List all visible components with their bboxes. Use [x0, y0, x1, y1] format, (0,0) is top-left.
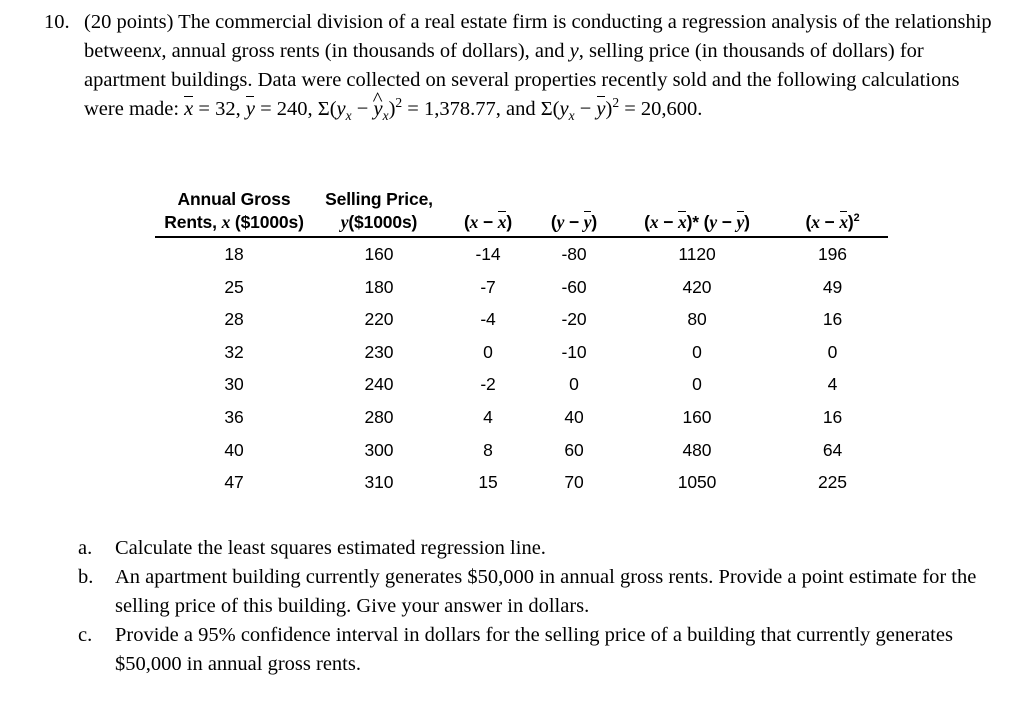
- column-header-y-deviation: (y − y): [531, 211, 617, 238]
- stat-xbar: x = 32,: [184, 95, 241, 120]
- problem-number: 10.: [44, 11, 70, 33]
- cell-y-deviation: -10: [561, 341, 587, 362]
- cell-y-deviation: -60: [561, 276, 587, 297]
- subquestion-item-a: a. Calculate the least squares estimated…: [78, 534, 978, 563]
- subquestion-item-b: b. An apartment building currently gener…: [78, 563, 978, 621]
- column-header-selling-price-line1: Selling Price,: [325, 189, 433, 209]
- points-label: (20 points): [84, 11, 174, 33]
- cell-y-deviation: 60: [564, 439, 584, 460]
- cell-annual-gross-rents: 25: [224, 276, 244, 297]
- cell-cross-product: 420: [682, 276, 712, 297]
- column-header-x-deviation-squared: (x − x)2: [777, 211, 888, 238]
- subquestion-list: a. Calculate the least squares estimated…: [78, 534, 978, 679]
- cell-cross-product: 0: [692, 374, 702, 395]
- cell-x-deviation-squared: 0: [827, 341, 838, 362]
- table-row: 25 180 -7 -60 420 49: [155, 271, 888, 304]
- cell-selling-price: 310: [364, 472, 394, 493]
- regression-data-table: Annual Gross Selling Price, Rents, x ($1…: [155, 188, 888, 499]
- problem-statement: 10. (20 points) The commercial division …: [44, 8, 994, 124]
- table-row: 32 230 0 -10 0 0: [155, 336, 888, 369]
- cell-annual-gross-rents: 32: [224, 341, 244, 362]
- subquestion-text: Provide a 95% confidence interval in dol…: [115, 624, 953, 675]
- cell-y-deviation: 40: [564, 406, 584, 427]
- column-header-spacer-3: [445, 188, 531, 211]
- column-header-annual-gross-rents-line2: Rents, x ($1000s): [155, 211, 313, 238]
- subquestion-letter: a.: [78, 537, 93, 559]
- cell-x-deviation-squared: 49: [822, 276, 843, 297]
- column-header-spacer-4: [531, 188, 617, 211]
- column-header-spacer-6: [777, 188, 888, 211]
- table-header-bottom-row: Rents, x ($1000s) y($1000s) (x − x) (y −…: [155, 211, 888, 238]
- cell-selling-price: 230: [364, 341, 394, 362]
- column-header-selling-price-line2: y($1000s): [313, 211, 445, 238]
- cell-annual-gross-rents: 18: [224, 244, 244, 264]
- cell-x-deviation: 0: [483, 341, 493, 362]
- cell-annual-gross-rents: 40: [224, 439, 244, 460]
- variable-y-inline: y: [569, 40, 579, 62]
- cell-annual-gross-rents: 47: [224, 472, 244, 493]
- column-header-cross-product: (x − x)* (y − y): [617, 211, 777, 238]
- subquestion-item-c: c. Provide a 95% confidence interval in …: [78, 621, 978, 679]
- table-row: 40 300 8 60 480 64: [155, 434, 888, 467]
- cell-cross-product: 1120: [678, 244, 716, 264]
- cell-x-deviation-squared: 16: [822, 406, 843, 427]
- cell-x-deviation-squared: 225: [818, 472, 847, 493]
- table-header-top-row: Annual Gross Selling Price,: [155, 188, 888, 211]
- stat-ybar: y = 240,: [246, 95, 313, 120]
- table-row: 36 280 4 40 160 16: [155, 401, 888, 434]
- problem-body: (20 points) The commercial division of a…: [84, 8, 994, 124]
- problem-paragraph: (20 points) The commercial division of a…: [84, 8, 994, 124]
- cell-cross-product: 1050: [677, 472, 717, 493]
- cell-annual-gross-rents: 36: [224, 406, 244, 427]
- cell-x-deviation: -7: [480, 276, 496, 297]
- cell-annual-gross-rents: 30: [224, 374, 244, 395]
- subquestion-text: Calculate the least squares estimated re…: [115, 537, 546, 559]
- and-label: and: [505, 98, 536, 120]
- cell-x-deviation-squared: 64: [822, 439, 843, 460]
- cell-selling-price: 240: [364, 374, 394, 395]
- table-row: 47 310 15 70 1050 225: [155, 466, 888, 499]
- cell-x-deviation: -2: [480, 374, 496, 395]
- cell-x-deviation: 15: [478, 472, 498, 493]
- cell-x-deviation-squared: 4: [827, 374, 838, 395]
- cell-selling-price: 180: [364, 276, 394, 297]
- table-row: 30 240 -2 0 0 4: [155, 368, 888, 401]
- cell-y-deviation: -80: [561, 244, 587, 264]
- cell-x-deviation-squared: 16: [822, 309, 843, 330]
- cell-x-deviation-squared: 196: [818, 244, 847, 264]
- table-row: 18 160 -14 -80 1120 196: [155, 237, 888, 271]
- cell-selling-price: 280: [364, 406, 394, 427]
- cell-selling-price: 300: [364, 439, 394, 460]
- cell-x-deviation: -14: [475, 244, 501, 264]
- stat-sst-value: 20,600.: [640, 98, 703, 120]
- subquestion-letter: b.: [78, 566, 94, 588]
- cell-selling-price: 220: [364, 309, 394, 330]
- table-body: 18 160 -14 -80 1120 196 25 180 -7 -60 42…: [155, 237, 888, 499]
- column-header-spacer-5: [617, 188, 777, 211]
- cell-cross-product: 80: [687, 309, 707, 330]
- cell-y-deviation: 70: [564, 472, 584, 493]
- subquestion-letter: c.: [78, 624, 93, 646]
- cell-cross-product: 480: [682, 439, 712, 460]
- problem-text-2: , annual gross rents (in thousands of do…: [161, 40, 565, 62]
- cell-x-deviation: 4: [483, 406, 493, 427]
- cell-annual-gross-rents: 28: [224, 309, 244, 330]
- cell-cross-product: 0: [692, 341, 702, 362]
- table-row: 28 220 -4 -20 80 16: [155, 303, 888, 336]
- cell-cross-product: 160: [682, 406, 712, 427]
- cell-selling-price: 160: [364, 244, 394, 264]
- problem-row: 10. (20 points) The commercial division …: [44, 8, 994, 124]
- column-header-annual-gross-rents-line1: Annual Gross: [177, 189, 291, 209]
- table-header: Annual Gross Selling Price, Rents, x ($1…: [155, 188, 888, 238]
- cell-x-deviation: 8: [483, 439, 493, 460]
- cell-y-deviation: -20: [561, 309, 587, 330]
- stat-sst: Σ(yx − y)2 =: [540, 95, 636, 124]
- subquestion-text: An apartment building currently generate…: [115, 566, 977, 617]
- column-header-x-deviation: (x − x): [445, 211, 531, 238]
- cell-x-deviation: -4: [480, 309, 496, 330]
- cell-y-deviation: 0: [569, 374, 579, 395]
- stat-sse: Σ(yx − yx)2 = 1,378.77,: [318, 96, 501, 122]
